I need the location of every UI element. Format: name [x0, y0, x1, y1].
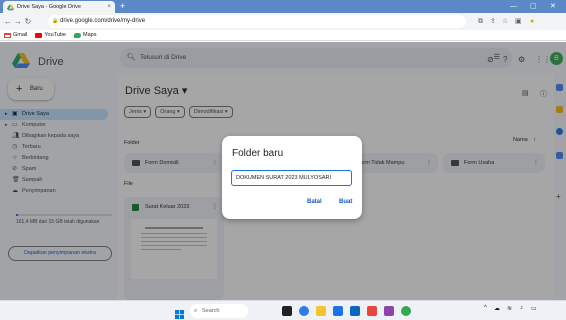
install-icon[interactable]: ⧉: [478, 13, 483, 30]
word-icon[interactable]: [384, 306, 394, 316]
bookmark-label: Maps: [83, 32, 97, 38]
windows-start-icon[interactable]: [175, 306, 184, 319]
search-icon: ⌕: [194, 308, 198, 314]
create-button[interactable]: Buat: [339, 199, 352, 205]
cancel-button[interactable]: Batal: [307, 199, 322, 205]
taskbar-search-label: Search: [202, 308, 220, 314]
bookmark-star-icon[interactable]: ☆: [502, 13, 508, 30]
app-icon[interactable]: [367, 306, 377, 316]
tray-chevron-icon[interactable]: ^: [484, 305, 487, 311]
folder-name-input[interactable]: [231, 170, 352, 186]
system-clock[interactable]: [545, 303, 546, 310]
gmail-icon: [4, 32, 11, 38]
bookmark-label: YouTube: [44, 32, 66, 38]
battery-icon[interactable]: ▭: [531, 305, 537, 312]
drive-tray-icon[interactable]: ☁: [494, 305, 500, 312]
maximize-icon[interactable]: ▢: [530, 0, 537, 13]
browser-tab[interactable]: Drive Saya - Google Drive ×: [3, 1, 115, 13]
share-icon[interactable]: ⇪: [490, 13, 496, 30]
profile-icon[interactable]: ●: [530, 13, 534, 30]
drive-favicon-icon: [7, 4, 14, 11]
bookmark-label: Gmail: [13, 32, 28, 38]
chrome-alt-icon[interactable]: [401, 306, 411, 316]
taskbar: ⌕ Search ^ ☁ ≋ ♪ ▭: [0, 300, 566, 320]
forward-icon[interactable]: →: [13, 17, 23, 26]
chrome-icon[interactable]: [333, 306, 343, 316]
bookmark-youtube[interactable]: YouTube: [35, 32, 66, 38]
edge-icon[interactable]: [299, 306, 309, 316]
volume-icon[interactable]: ♪: [520, 305, 523, 311]
maps-icon: [74, 32, 81, 38]
sidepanel-icon[interactable]: ▣: [515, 13, 522, 30]
file-explorer-icon[interactable]: [316, 306, 326, 316]
back-icon[interactable]: ←: [3, 17, 13, 26]
bookmark-gmail[interactable]: Gmail: [4, 32, 27, 38]
store-icon[interactable]: [350, 306, 360, 316]
new-tab-icon[interactable]: +: [120, 1, 125, 12]
task-view-icon[interactable]: [282, 306, 292, 316]
youtube-icon: [35, 32, 43, 38]
url-text: drive.google.com/drive/my-drive: [60, 18, 146, 24]
window-close-icon[interactable]: ✕: [550, 0, 556, 13]
wifi-icon[interactable]: ≋: [507, 305, 512, 312]
browser-tab-bar: Drive Saya - Google Drive × + — ▢ ✕: [0, 0, 566, 13]
new-folder-dialog: Folder baru Batal Buat: [222, 136, 362, 219]
taskbar-search[interactable]: ⌕ Search: [190, 304, 248, 318]
reload-icon[interactable]: ↻: [23, 17, 33, 26]
lock-icon: 🔒: [52, 18, 59, 24]
bookmark-maps[interactable]: Maps: [74, 32, 96, 38]
tab-title: Drive Saya - Google Drive: [17, 4, 81, 10]
bookmarks-bar: Gmail YouTube Maps: [0, 30, 566, 41]
dialog-title: Folder baru: [232, 148, 284, 159]
tab-close-icon[interactable]: ×: [107, 4, 111, 10]
minimize-icon[interactable]: —: [510, 0, 517, 13]
url-field[interactable]: 🔒 drive.google.com/drive/my-drive: [48, 15, 466, 28]
